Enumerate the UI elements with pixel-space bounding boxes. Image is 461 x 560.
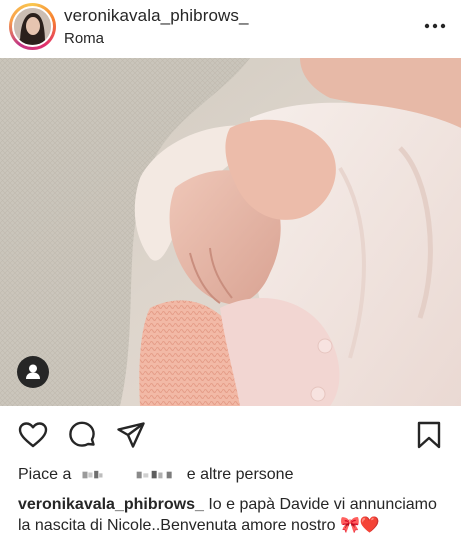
post-header: veronikavala_phibrows_ Roma (0, 0, 461, 58)
bookmark-icon[interactable] (414, 420, 444, 450)
post-username[interactable]: veronikavala_phibrows_ (64, 6, 249, 26)
heart-icon[interactable] (18, 420, 48, 450)
caption-username[interactable]: veronikavala_phibrows_ (18, 496, 204, 513)
likes-suffix: e altre persone (186, 466, 294, 483)
user-tag-icon[interactable] (17, 356, 49, 388)
redacted-name (136, 470, 172, 479)
likes-prefix: Piace a (18, 466, 72, 483)
post-caption: veronikavala_phibrows_ Io e papà Davide … (18, 494, 448, 536)
action-bar (0, 406, 461, 462)
post-photo[interactable] (0, 58, 461, 406)
paper-plane-icon[interactable] (116, 420, 146, 450)
photo-image (0, 58, 461, 406)
story-ring[interactable] (9, 3, 56, 50)
more-options-icon[interactable] (422, 14, 448, 38)
redacted-name (82, 470, 103, 479)
likes-line[interactable]: Piace a e altre persone (18, 466, 293, 484)
avatar[interactable] (12, 6, 53, 47)
post-location[interactable]: Roma (64, 30, 104, 47)
comment-icon[interactable] (67, 420, 97, 450)
